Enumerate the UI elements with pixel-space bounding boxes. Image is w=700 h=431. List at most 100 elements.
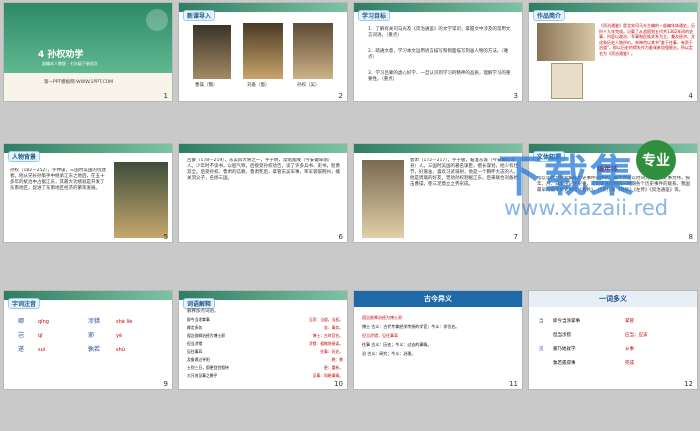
sentence: 但当涉猎 [553,333,571,338]
slide-thumbnail-11[interactable]: 古今异义 孤岂欲卿治经为博士邪 博士 古义：古代专掌经学传授的学官；今义：学位名… [353,290,523,390]
slide-thumbnail-3[interactable]: 学习目标 1．了解有关司马光及《资治通鉴》的文学常识；掌握文中涉及的常用文言词语… [353,2,523,102]
slide-thumbnail-9[interactable]: 字词注音 卿 qīng 涉猎 shè liè 岂 qǐ 邪 yé 遂 suì 孰… [3,290,173,390]
book-image-2 [551,63,583,99]
phrase: 士别三日，即更刮目相待 [187,365,229,370]
meaning: 应当；应该 [625,333,648,338]
char: 卿 [18,318,25,325]
usage-line: 孤岂欲卿治经为博士邪 [362,315,402,320]
exercise-list: 即今当涂掌事 当涂：当道，当权。 卿言多务 务：事务。 孤岂欲卿治经为博士邪 博士：古… [187,316,343,380]
polysemy-list: 当 即今当涂掌事 掌管 但当涉猎 应当；应该 见 蒙乃始就学 从事 孰若孤得事 完成 [539,315,689,371]
pinyin: shè liè [116,319,133,325]
phrase: 大兄何见事之晚乎 [187,373,218,378]
exercise-heading: 解释加点词语。 [187,309,219,314]
header-bar [354,144,522,153]
answer: 博士：古时官名。 [312,333,343,338]
char: 孰若 [88,346,101,353]
sentence: 即今当涂掌事 [553,319,580,324]
slide-tag: 人物背景 [8,151,41,162]
slide-title: 4 孙权劝学 [38,50,84,60]
meaning: 从事 [625,347,634,352]
slide-number: 4 [688,92,693,100]
book-image [537,23,595,61]
pinyin: qǐ [38,333,43,339]
portrait-liu-bei [243,23,283,79]
watermark-url: www.xiazaii.red [504,196,669,220]
portrait-lu-su [362,160,404,238]
objective-1: 1．了解有关司马光及《资治通鉴》的文学常识；掌握文中涉及的常用文言词语。（重点） [368,27,511,38]
slide-tag: 词语解释 [183,298,216,309]
pinyin: qīng [38,319,49,325]
slide-thumbnail-12[interactable]: 一词多义 当 即今当涂掌事 掌管 但当涉猎 应当；应该 见 蒙乃始就学 从事 孰若孤得事 完… [528,290,698,390]
header-bar [179,144,347,153]
sentence: 孰若孤得事 [553,361,576,366]
slide-number: 1 [163,92,168,100]
phrase: 卿言多务 [187,325,203,330]
portrait-caption-2: 刘备（蜀） [247,83,270,88]
pinyin: yé [116,333,123,339]
usage-line: 但当涉猎，见往事耳 [362,333,398,338]
char: 遂 [18,346,25,353]
pinyin-grid: 卿 qīng 涉猎 shè liè 岂 qǐ 邪 yé 遂 suì 孰若 shú [18,315,168,357]
lu-meng-bio: 吕蒙（178—219），东吴四大将之一，字子明，汝南富陂（今安徽阜南）人。少年时… [187,158,340,181]
slide-thumbnail-5[interactable]: 人物背景 孙权（182—252），字仲谋，三国时吴国的创建者。他从兄长孙策手中继… [3,143,173,243]
phrase: 及鲁肃过寻阳 [187,357,210,362]
slide-subtitle: 部编本人教版 · 七年级下册语文 [42,61,98,66]
slide-number: 7 [513,233,518,241]
slide-number: 2 [338,92,343,100]
objective-3: 3．学习吕蒙的虚心好学、一旦认识到学习的精神的品质，理解学习的重要性。（重点） [368,71,511,82]
usage-list: 孤岂欲卿治经为博士邪 博士 古义：古代专掌经学传授的学官；今义：学位名。 但当涉… [362,313,518,358]
work-intro-text: 《资治通鉴》是北宋司马光主编的一部编年体通史，历时十九年完成。记载了从战国到五代… [599,23,695,56]
slide-number: 9 [163,380,168,388]
usage-line: 治 古义：研究；今义：治理。 [362,351,416,356]
slide-number: 6 [338,233,343,241]
slide-thumbnail-1[interactable]: 4 孙权劝学 部编本人教版 · 七年级下册语文 第一PPT模板网-WWW.1PP… [3,2,173,102]
phrase: 见往事耳 [187,349,203,354]
section-heading: 古今异义 [424,295,452,303]
slide-number: 5 [163,233,168,241]
slide-thumbnail-6[interactable]: 吕蒙（178—219），东吴四大将之一，字子明，汝南富陂（今安徽阜南）人。少年时… [178,143,348,243]
keyword [539,357,547,371]
watermark-download-text: 下载集 [498,151,636,202]
watermark-badge: 专业 [636,140,676,180]
decor-leaf-icon [146,9,168,31]
meaning: 掌管 [625,319,634,324]
slide-footer: 第一PPT模板网-WWW.1PPT.COM [44,80,114,85]
slide-tag: 新课导入 [183,10,216,21]
answer: 涉猎：粗略地阅读。 [308,341,343,346]
pinyin: suì [38,347,46,353]
answer: 当涂：当道，当权。 [308,317,343,322]
slide-number: 10 [334,380,343,388]
phrase: 孤岂欲卿治经为博士邪 [187,333,225,338]
char: 涉猎 [88,318,101,325]
answer: 晚：晚 [331,357,343,362]
usage-line: 博士 古义：古代专掌经学传授的学官；今义：学位名。 [362,324,460,329]
answer: 更：重新。 [324,365,343,370]
phrase: 即今当涂掌事 [187,317,210,322]
answer: 见事：知晓事情。 [312,373,343,378]
meaning: 完成 [625,361,634,366]
answer: 务：事务。 [324,325,343,330]
sentence: 蒙乃始就学 [553,347,576,352]
slide-thumbnail-4[interactable]: 作品简介 《资治通鉴》是北宋司马光主编的一部编年体通史，历时十九年完成。记载了从… [528,2,698,102]
char: 岂 [18,332,25,339]
portrait-caption-1: 曹操（魏） [195,83,218,88]
keyword: 见 [539,347,544,352]
slide-number: 3 [513,92,518,100]
section-heading: 一词多义 [599,295,627,303]
char: 邪 [88,332,95,339]
portrait-caption-3: 孙权（吴） [297,83,320,88]
slide-thumbnail-2[interactable]: 新课导入 曹操（魏） 刘备（蜀） 孙权（吴） 2 [178,2,348,102]
portrait-cao-cao [193,25,231,79]
keyword [539,329,547,343]
slide-number: 11 [509,380,518,388]
sun-quan-bio: 孙权（182—252），字仲谋，三国时吴国的创建者。他从兄长孙策手中继承江东之地… [10,168,106,191]
slide-thumbnail-10[interactable]: 词语解释 解释加点词语。 即今当涂掌事 当涂：当道，当权。 卿言多务 务：事务。 孤… [178,290,348,390]
portrait-sun-quan [293,23,333,79]
usage-line: 往事 古义：历史；今义：过去的事情。 [362,342,432,347]
keyword: 当 [539,319,544,324]
objective-2: 2．疏通文意，学习本文运用语言描写和侧面描写刻画人物的方法。（难点） [368,49,509,60]
slide-number: 8 [688,233,693,241]
slide-number: 12 [684,380,693,388]
pinyin: shú [116,347,125,353]
answer: 往事：历史。 [320,349,343,354]
